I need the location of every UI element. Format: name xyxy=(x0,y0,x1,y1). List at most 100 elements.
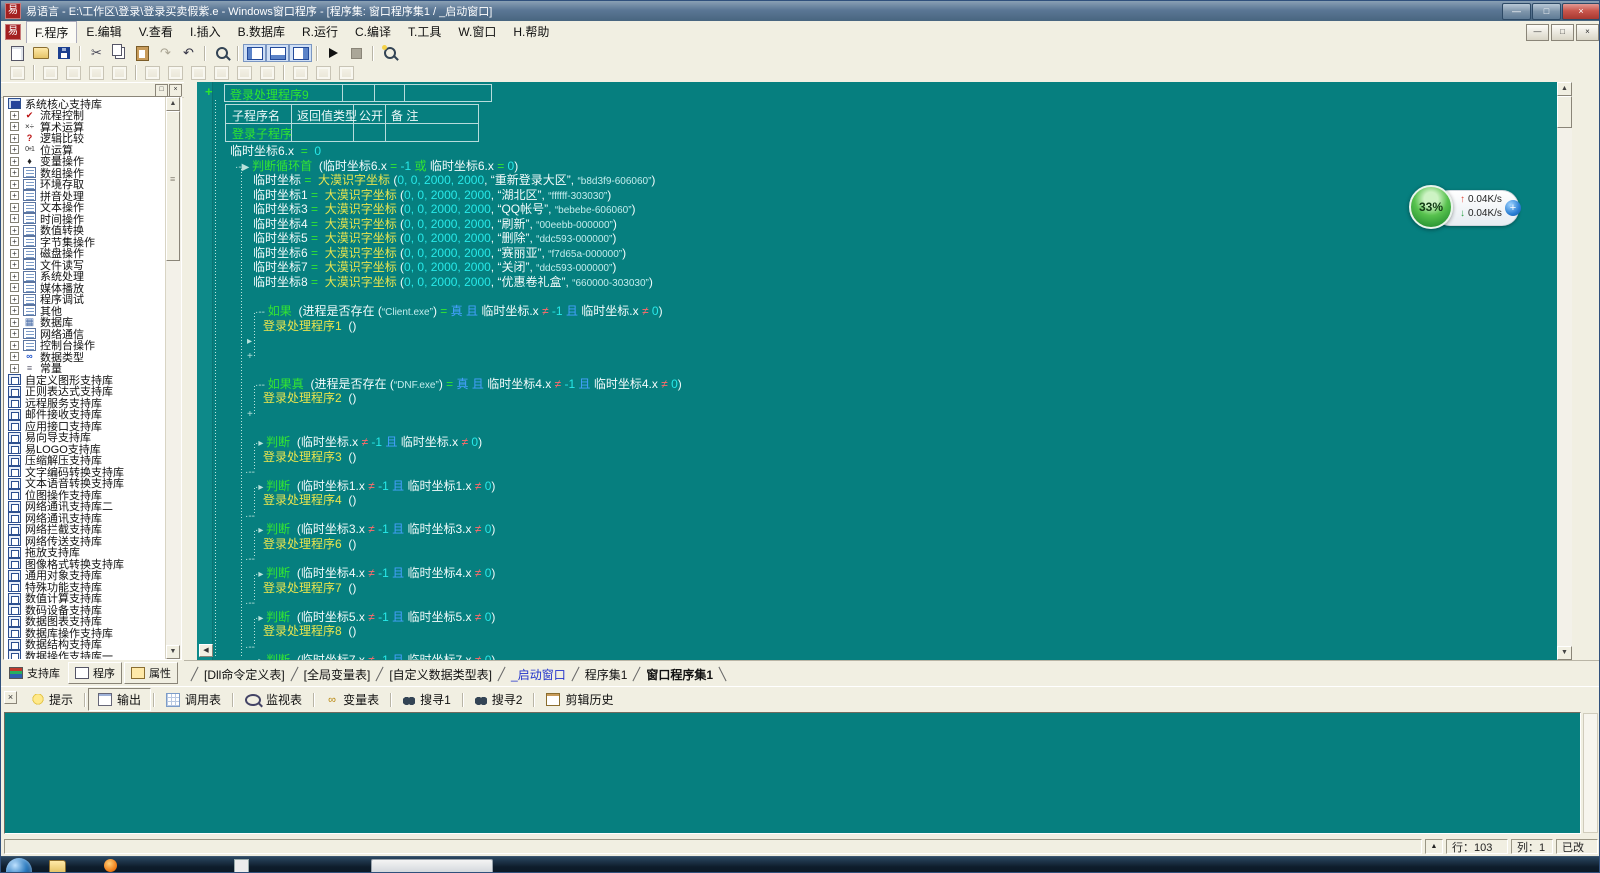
tree-item-媒体播放[interactable]: +媒体播放 xyxy=(5,282,165,294)
editor-tab-窗口程序集1[interactable]: 窗口程序集1 xyxy=(637,666,722,683)
percent-badge[interactable]: 33% xyxy=(1409,185,1453,229)
open-button[interactable] xyxy=(29,44,52,62)
pane-left-button[interactable] xyxy=(243,44,266,62)
stop-button[interactable] xyxy=(345,44,368,62)
expand-icon[interactable]: + xyxy=(10,203,19,212)
code-line[interactable]: 临时坐标5 = 大漠识字坐标 (0, 0, 2000, 2000, “删除”, … xyxy=(253,231,616,245)
tree-scroll-down[interactable]: ▼ xyxy=(166,645,180,659)
same-width-button[interactable] xyxy=(289,65,312,81)
code-line[interactable]: ·-- xyxy=(245,508,255,522)
mdi-restore-button[interactable]: □ xyxy=(1551,24,1574,41)
tree-item-数组操作[interactable]: +数组操作 xyxy=(5,167,165,179)
new-button[interactable] xyxy=(6,44,29,62)
code-line[interactable]: ·-- 如果真 (进程是否存在 (“DNF.exe”) = 真 且 临时坐标4.… xyxy=(255,377,682,391)
align-left-button[interactable] xyxy=(141,65,164,81)
tree-item-控制台操作[interactable]: +控制台操作 xyxy=(5,340,165,352)
prev-subroutine-row[interactable]: 登录处理程序9 xyxy=(224,84,492,102)
redo-button[interactable] xyxy=(154,44,177,62)
ctrl-add-right-button[interactable] xyxy=(62,65,85,81)
find-adv-button[interactable] xyxy=(378,44,401,62)
code-line[interactable]: + xyxy=(247,406,253,420)
code-line[interactable]: 临时坐标7 = 大漠识字坐标 (0, 0, 2000, 2000, “关闭”, … xyxy=(253,260,616,274)
splitter[interactable] xyxy=(184,82,197,686)
minimize-button[interactable]: — xyxy=(1502,3,1531,20)
code-line[interactable]: 临时坐标4 = 大漠识字坐标 (0, 0, 2000, 2000, “刷新”, … xyxy=(253,217,617,231)
expand-icon[interactable]: + xyxy=(10,283,19,292)
editor-tab-程序集1[interactable]: 程序集1 xyxy=(576,666,637,683)
output-tab-变量表[interactable]: ∞变量表 xyxy=(317,689,388,710)
menu-W.窗口[interactable]: W.窗口 xyxy=(450,21,504,44)
start-button[interactable] xyxy=(6,858,32,873)
code-line[interactable]: 登录处理程序8 () xyxy=(263,624,356,638)
center-form-button[interactable] xyxy=(335,65,358,81)
align-top-button[interactable] xyxy=(187,65,210,81)
output-tab-输出[interactable]: 输出 xyxy=(88,688,151,711)
code-line[interactable]: ·▸ 判断 (临时坐标1.x ≠ -1 且 临时坐标1.x ≠ 0) xyxy=(255,479,495,493)
tree-item-系统核心支持库[interactable]: 系统核心支持库 xyxy=(5,98,165,110)
title-bar[interactable]: 易 易语言 - E:\工作区\登录\登录买卖假紫.e - Windows窗口程序… xyxy=(1,1,1600,21)
tree-item-系统处理[interactable]: +系统处理 xyxy=(5,271,165,283)
expand-icon[interactable]: + xyxy=(10,122,19,131)
tree-scroll-up[interactable]: ▲ xyxy=(166,97,180,111)
code-line[interactable]: 登录处理程序7 () xyxy=(263,581,356,595)
tree-item-程序调试[interactable]: +程序调试 xyxy=(5,294,165,306)
tree-item-变量操作[interactable]: +♦变量操作 xyxy=(5,156,165,168)
output-tab-提示[interactable]: 提示 xyxy=(23,689,82,710)
expand-icon[interactable]: + xyxy=(10,249,19,258)
menu-V.查看[interactable]: V.查看 xyxy=(131,21,181,44)
run-button[interactable] xyxy=(322,44,345,62)
code-line[interactable]: ·-- xyxy=(245,551,255,565)
expand-icon[interactable]: + xyxy=(10,214,19,223)
expand-icon[interactable]: + xyxy=(10,237,19,246)
ctrl-add-left-button[interactable] xyxy=(39,65,62,81)
code-line[interactable]: ·▸ 判断 (临时坐标4.x ≠ -1 且 临时坐标4.x ≠ 0) xyxy=(255,566,495,580)
expand-icon[interactable]: + xyxy=(10,145,19,154)
form-designer-button[interactable] xyxy=(6,65,29,81)
sidebar-tab-属性[interactable]: 属性 xyxy=(124,662,178,684)
maximize-button[interactable]: □ xyxy=(1532,3,1561,20)
code-line[interactable]: 登录处理程序1 () xyxy=(263,319,356,333)
code-line[interactable]: 临时坐标6 = 大漠识字坐标 (0, 0, 2000, 2000, “赛丽亚”,… xyxy=(253,246,626,260)
code-line[interactable]: ·-- 如果 (进程是否存在 (“Client.exe”) = 真 且 临时坐标… xyxy=(255,304,663,318)
expand-icon[interactable]: + xyxy=(10,295,19,304)
code-line[interactable]: 临时坐标6.x = 0 xyxy=(230,144,321,158)
code-line[interactable]: ·▸ 判断 (临时坐标5.x ≠ -1 且 临时坐标5.x ≠ 0) xyxy=(255,610,495,624)
expand-icon[interactable]: + xyxy=(10,260,19,269)
sidebar-tab-支持库[interactable]: 支持库 xyxy=(3,663,66,683)
code-line[interactable]: 临时坐标3 = 大漠识字坐标 (0, 0, 2000, 2000, “QQ帐号”… xyxy=(253,202,636,216)
expand-icon[interactable]: + xyxy=(10,352,19,361)
tree-item-其他[interactable]: +其他 xyxy=(5,305,165,317)
tree-item-数据库[interactable]: +▦数据库 xyxy=(5,317,165,329)
menu-C.编译[interactable]: C.编译 xyxy=(347,21,399,44)
code-line[interactable]: ·-- xyxy=(245,595,255,609)
tree-item-位运算[interactable]: +0+1位运算 xyxy=(5,144,165,156)
editor-scroll-down[interactable]: ▼ xyxy=(1557,646,1572,660)
code-line[interactable]: ·▸ 判断 (临时坐标.x ≠ -1 且 临时坐标.x ≠ 0) xyxy=(255,435,482,449)
output-tab-搜寻1[interactable]: 搜寻1 xyxy=(394,689,460,710)
tree-scrollbar[interactable]: ▲▼ xyxy=(165,97,181,659)
plus-button[interactable]: + xyxy=(1505,200,1521,216)
expand-icon[interactable]: + xyxy=(10,329,19,338)
code-line[interactable]: ·-▶ 判断循环首 (临时坐标6.x = -1 或 临时坐标6.x = 0) xyxy=(235,159,518,173)
paste-button[interactable] xyxy=(131,44,154,62)
editor-tab-_启动窗口[interactable]: _启动窗口 xyxy=(502,666,575,683)
ctrl-snap-button[interactable] xyxy=(108,65,131,81)
code-line[interactable]: 临时坐标1 = 大漠识字坐标 (0, 0, 2000, 2000, “湖北区”,… xyxy=(253,188,611,202)
space-h-button[interactable] xyxy=(233,65,256,81)
output-tab-调用表[interactable]: 调用表 xyxy=(157,689,230,710)
menu-F.程序[interactable]: F.程序 xyxy=(26,21,77,44)
pane-bottom-button[interactable] xyxy=(266,44,289,62)
cut-button[interactable] xyxy=(85,44,108,62)
taskbar-item-icon[interactable] xyxy=(234,859,249,873)
output-content[interactable] xyxy=(4,712,1581,834)
editor-tab-[全局变量表][interactable]: [全局变量表] xyxy=(295,666,380,683)
code-line[interactable]: + xyxy=(247,348,253,362)
editor-scroll-thumb[interactable] xyxy=(1557,96,1572,128)
expand-icon[interactable]: + xyxy=(10,111,19,120)
taskbar-folder-icon[interactable] xyxy=(49,860,66,873)
code-line[interactable]: ·▸ 判断 (临时坐标3.x ≠ -1 且 临时坐标3.x ≠ 0) xyxy=(255,522,495,536)
code-line[interactable]: ▸ xyxy=(247,333,252,347)
tree-item-拼音处理[interactable]: +拼音处理 xyxy=(5,190,165,202)
code-line[interactable]: ·-- xyxy=(245,639,255,653)
menu-B.数据库[interactable]: B.数据库 xyxy=(230,21,293,44)
